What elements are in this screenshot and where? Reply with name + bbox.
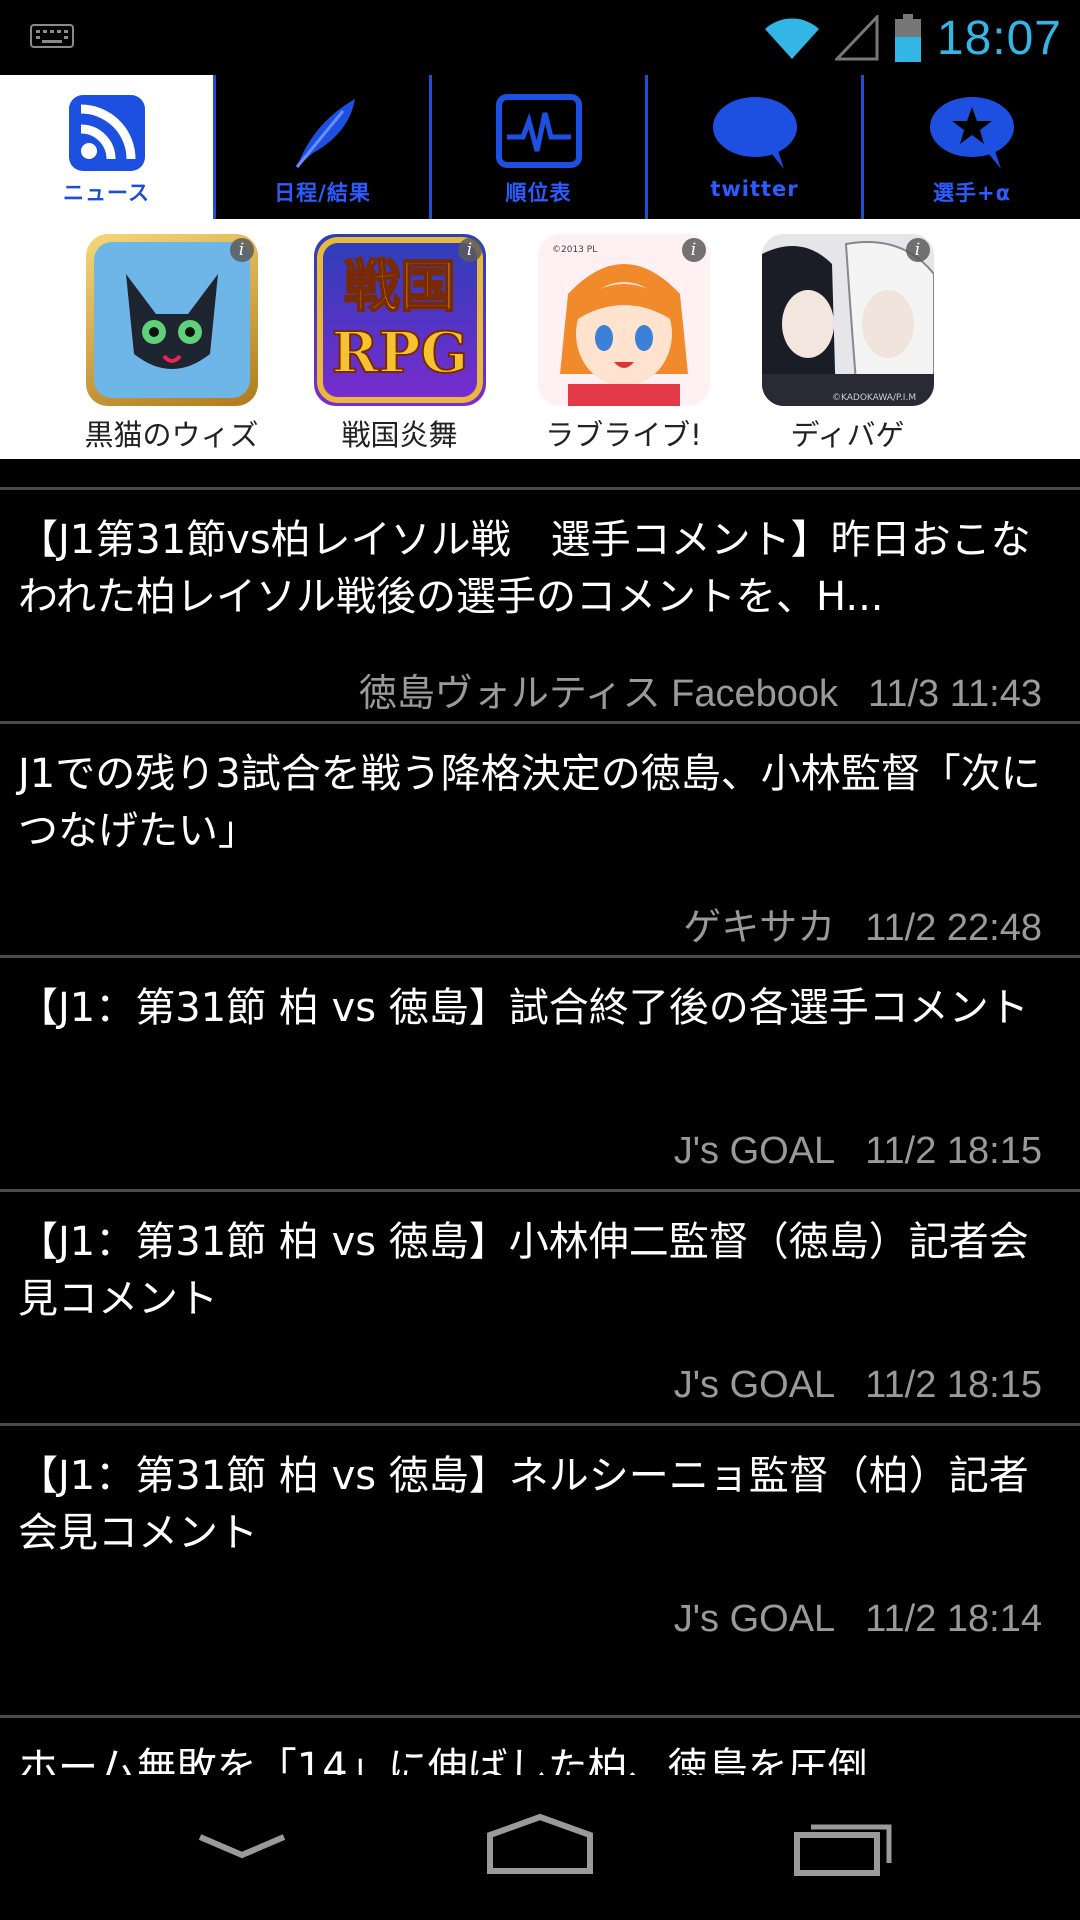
ad-app-icon: ©2013 PL i xyxy=(537,234,710,406)
ad-label: ディバゲ xyxy=(790,418,905,452)
tab-label: ニュース xyxy=(63,181,150,205)
art-text: ©2013 PL xyxy=(552,245,597,255)
news-time: 11/2 18:14 xyxy=(865,1598,1042,1640)
news-title: 【J1：第31節 柏 vs 徳島】ネルシーニョ監督（柏）記者会見コメント xyxy=(18,1453,1029,1556)
news-item[interactable]: 【J1：第31節 柏 vs 徳島】小林伸二監督（徳島）記者会見コメント J's … xyxy=(0,1189,1080,1423)
speech-bubble-icon xyxy=(712,97,797,169)
sengoku-art: 戦国 RPG xyxy=(316,237,483,403)
home-icon xyxy=(487,1813,593,1874)
ad-item-sengoku[interactable]: 戦国 RPG i 戦国炎舞 xyxy=(312,234,487,454)
tab-standings[interactable]: 順位表 xyxy=(432,75,648,219)
battery-icon xyxy=(894,14,921,62)
news-source: 徳島ヴォルティス Facebook xyxy=(358,673,839,715)
news-item[interactable]: J1での残り3試合を戦う降格決定の徳島、小林監督「次につなげたい」 ゲキサカ 11… xyxy=(0,721,1080,955)
news-time: 11/3 11:43 xyxy=(868,673,1042,715)
news-item[interactable]: 【J1：第31節 柏 vs 徳島】試合終了後の各選手コメント J's GOAL 1… xyxy=(0,955,1080,1189)
tab-label: twitter xyxy=(710,177,799,201)
art-text: RPG xyxy=(331,320,467,386)
news-source: J's GOAL xyxy=(673,1598,836,1640)
tab-twitter[interactable]: twitter xyxy=(648,75,864,219)
system-nav-bar xyxy=(0,1775,1080,1920)
news-list: 【J1第31節vs柏レイソル戦 選手コメント】昨日おこなわれた柏レイソル戦後の選… xyxy=(0,487,1080,1657)
news-time: 11/2 22:48 xyxy=(865,907,1042,949)
news-title: 【J1：第31節 柏 vs 徳島】試合終了後の各選手コメント xyxy=(18,985,1029,1031)
news-meta: J's GOAL 11/2 18:15 xyxy=(674,1130,1042,1173)
info-icon[interactable]: i xyxy=(457,238,482,262)
tab-players[interactable]: 選手+α xyxy=(864,75,1080,219)
news-source: J's GOAL xyxy=(673,1130,836,1172)
news-title: ホーム無敗を「14」に伸ばした柏、徳島を圧倒 xyxy=(18,1745,868,1778)
news-meta: 徳島ヴォルティス Facebook 11/3 11:43 xyxy=(359,662,1042,717)
clock: 18:07 xyxy=(936,11,1062,65)
chevron-down-icon xyxy=(198,1834,286,1859)
news-title: 【J1：第31節 柏 vs 徳島】小林伸二監督（徳島）記者会見コメント xyxy=(18,1219,1029,1322)
star-bubble-icon xyxy=(930,97,1014,169)
lovelive-art: ©2013 PL xyxy=(537,234,710,406)
info-icon[interactable]: i xyxy=(229,238,254,262)
tab-bar: ニュース 日程/結果 順位表 twitter 選手+α xyxy=(0,75,1080,219)
signal-icon xyxy=(834,15,879,61)
wifi-icon xyxy=(764,18,819,59)
ad-item-kuroneko[interactable]: i 黒猫のウィズ xyxy=(84,234,259,454)
ad-label: 戦国炎舞 xyxy=(341,418,458,452)
divage-art: ©KADOKAWA/P.I.M xyxy=(761,234,934,406)
feather-icon xyxy=(295,99,355,168)
home-button[interactable] xyxy=(470,1795,610,1895)
ad-app-icon: i xyxy=(85,234,258,406)
tab-label: 日程/結果 xyxy=(274,181,371,205)
tab-label: 選手+α xyxy=(932,181,1012,205)
back-button[interactable] xyxy=(172,1795,312,1895)
news-meta: J's GOAL 11/2 18:15 xyxy=(674,1364,1042,1407)
news-item[interactable]: 【J1：第31節 柏 vs 徳島】ネルシーニョ監督（柏）記者会見コメント J's… xyxy=(0,1423,1080,1657)
ad-app-icon: ©KADOKAWA/P.I.M i xyxy=(761,234,934,406)
ad-app-icon: 戦国 RPG i xyxy=(313,234,486,406)
recent-apps-button[interactable] xyxy=(775,1795,915,1895)
news-time: 11/2 18:15 xyxy=(865,1130,1042,1172)
news-title: 【J1第31節vs柏レイソル戦 選手コメント】昨日おこなわれた柏レイソル戦後の選… xyxy=(18,517,1031,620)
tab-label: 順位表 xyxy=(505,181,572,205)
news-meta: J's GOAL 11/2 18:14 xyxy=(674,1598,1042,1641)
news-time: 11/2 18:15 xyxy=(865,1364,1042,1406)
art-text: ©KADOKAWA/P.I.M xyxy=(832,393,916,403)
status-bar: 18:07 xyxy=(0,0,1080,75)
recent-apps-icon xyxy=(794,1824,892,1876)
tab-news[interactable]: ニュース xyxy=(0,75,216,219)
news-source: J's GOAL xyxy=(673,1364,836,1406)
black-cat-art xyxy=(93,242,250,398)
news-meta: ゲキサカ 11/2 22:48 xyxy=(683,896,1042,951)
news-item-partial[interactable]: ホーム無敗を「14」に伸ばした柏、徳島を圧倒 xyxy=(0,1715,1080,1778)
news-item[interactable]: 【J1第31節vs柏レイソル戦 選手コメント】昨日おこなわれた柏レイソル戦後の選… xyxy=(0,487,1080,721)
ad-item-lovelive[interactable]: ©2013 PL i ラブライブ! xyxy=(536,234,711,454)
info-icon[interactable]: i xyxy=(905,238,930,262)
ad-label: ラブライブ! xyxy=(545,418,702,452)
news-source: ゲキサカ xyxy=(683,907,836,949)
keyboard-icon xyxy=(30,24,74,48)
info-icon[interactable]: i xyxy=(681,238,706,262)
tab-schedule[interactable]: 日程/結果 xyxy=(216,75,432,219)
ad-label: 黒猫のウィズ xyxy=(84,418,259,452)
ad-item-divage[interactable]: ©KADOKAWA/P.I.M i ディバゲ xyxy=(760,234,935,454)
news-title: J1での残り3試合を戦う降格決定の徳島、小林監督「次につなげたい」 xyxy=(18,751,1041,854)
app-ad-strip: i 黒猫のウィズ 戦国 RPG i 戦国炎舞 ©2013 PL i ラブライブ!… xyxy=(0,219,1080,459)
art-text: 戦国 xyxy=(344,255,456,320)
pulse-chart-icon xyxy=(495,94,582,168)
rss-icon xyxy=(68,95,145,171)
